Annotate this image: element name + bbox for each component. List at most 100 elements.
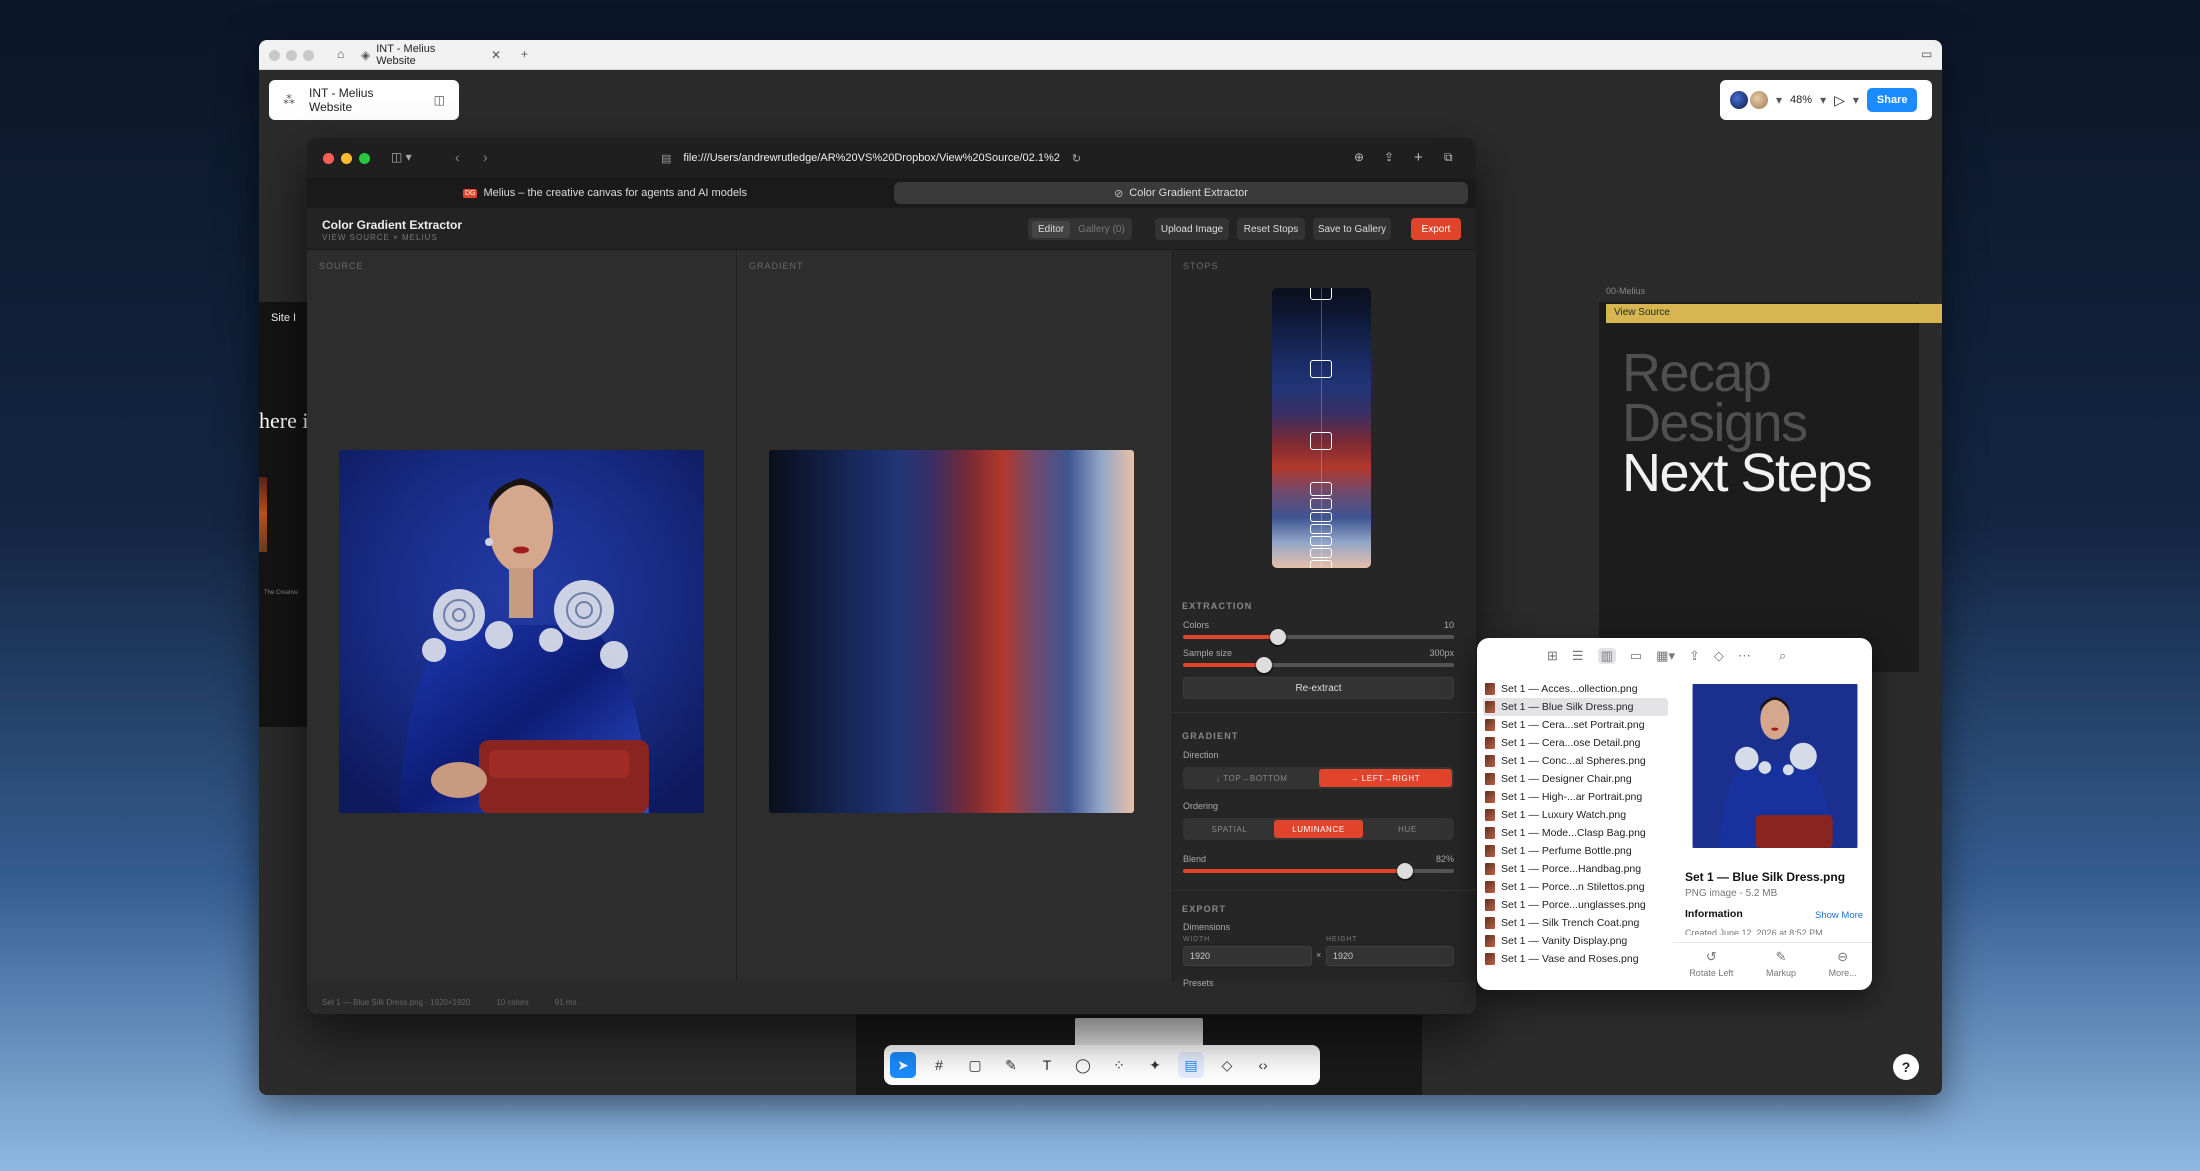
new-tab-icon[interactable]: +: [521, 48, 528, 60]
list-item[interactable]: Set 1 — Porce...n Stilettos.png: [1483, 878, 1668, 896]
list-item[interactable]: Set 1 — Vanity Display.png: [1483, 932, 1668, 950]
move-tool-icon[interactable]: ➤: [890, 1052, 916, 1078]
show-more-link[interactable]: Show More: [1815, 910, 1863, 921]
panel-toggle-icon[interactable]: ◫: [434, 94, 445, 106]
stop-handle[interactable]: [1310, 432, 1332, 450]
width-field[interactable]: 1920: [1183, 946, 1312, 966]
download-icon[interactable]: ⊕: [1354, 151, 1364, 163]
direction-left-right[interactable]: → LEFT→RIGHT: [1318, 769, 1452, 787]
stop-handle[interactable]: [1310, 482, 1332, 496]
pen-tool-icon[interactable]: ✎: [998, 1052, 1024, 1078]
text-tool-icon[interactable]: T: [1034, 1052, 1060, 1078]
assets-tool-icon[interactable]: ◇: [1214, 1052, 1240, 1078]
help-button[interactable]: ?: [1893, 1054, 1919, 1080]
tag-icon[interactable]: ◇: [1714, 648, 1724, 664]
present-icon[interactable]: ▷: [1834, 92, 1845, 109]
rectangle-tool-icon[interactable]: ▢: [962, 1052, 988, 1078]
stop-handle[interactable]: [1310, 288, 1332, 300]
column-view-icon[interactable]: ▥: [1597, 648, 1616, 664]
zoom-level[interactable]: 48%: [1790, 94, 1812, 106]
stop-handle[interactable]: [1310, 560, 1332, 568]
editor-tab[interactable]: Editor: [1032, 220, 1071, 238]
project-pill[interactable]: ⁂ INT - Melius Website ◫: [269, 80, 459, 120]
sidebar-toggle-icon[interactable]: ▭: [1921, 48, 1932, 60]
sidebar-icon[interactable]: ◫ ▾: [391, 151, 412, 163]
new-tab-icon[interactable]: +: [1414, 150, 1423, 165]
list-item[interactable]: Set 1 — Luxury Watch.png: [1483, 806, 1668, 824]
reload-icon[interactable]: ↻: [1072, 152, 1081, 165]
list-item[interactable]: Set 1 — Cera...set Portrait.png: [1483, 716, 1668, 734]
close-tab-icon[interactable]: ✕: [491, 49, 501, 61]
colors-slider[interactable]: [1183, 629, 1454, 645]
reset-stops-button[interactable]: Reset Stops: [1237, 218, 1305, 240]
direction-top-bottom[interactable]: ↓ TOP→BOTTOM: [1185, 769, 1319, 787]
gallery-view-icon[interactable]: ▭: [1630, 648, 1642, 664]
components-icon[interactable]: ⁘: [1106, 1052, 1132, 1078]
list-item[interactable]: Set 1 — Acces...ollection.png: [1483, 680, 1668, 698]
figma-menu-icon[interactable]: ⁂: [283, 94, 295, 106]
back-icon[interactable]: ‹: [455, 150, 460, 164]
list-item[interactable]: Set 1 — Designer Chair.png: [1483, 770, 1668, 788]
minimize-window-button[interactable]: [341, 153, 352, 164]
more-icon[interactable]: ⋯: [1738, 648, 1751, 664]
tab-color-gradient[interactable]: ⊘ Color Gradient Extractor: [894, 182, 1468, 204]
list-item[interactable]: Set 1 — Mode...Clasp Bag.png: [1483, 824, 1668, 842]
group-icon[interactable]: ▦▾: [1656, 648, 1675, 664]
frame-tool-icon[interactable]: #: [926, 1052, 952, 1078]
share-button[interactable]: Share: [1866, 88, 1918, 112]
forward-icon[interactable]: ›: [483, 150, 488, 164]
list-item[interactable]: Set 1 — Cera...ose Detail.png: [1483, 734, 1668, 752]
more-action[interactable]: ⊖ More...: [1829, 949, 1857, 990]
export-button[interactable]: Export: [1411, 218, 1461, 240]
icon-view-icon[interactable]: ⊞: [1547, 648, 1558, 664]
tab-overview-icon[interactable]: ⧉: [1444, 151, 1453, 163]
stop-handle[interactable]: [1310, 512, 1332, 522]
list-item[interactable]: Set 1 — Porce...unglasses.png: [1483, 896, 1668, 914]
list-item[interactable]: Set 1 — Porce...Handbag.png: [1483, 860, 1668, 878]
layout-tool-icon[interactable]: ▤: [1178, 1052, 1204, 1078]
height-field[interactable]: 1920: [1326, 946, 1454, 966]
zoom-window-button[interactable]: [303, 50, 314, 61]
stop-handle[interactable]: [1310, 536, 1332, 546]
upload-image-button[interactable]: Upload Image: [1155, 218, 1229, 240]
list-item[interactable]: Set 1 — Perfume Bottle.png: [1483, 842, 1668, 860]
chevron-down-icon[interactable]: ▾: [1820, 94, 1826, 106]
zoom-window-button[interactable]: [359, 153, 370, 164]
chevron-down-icon[interactable]: ▾: [1853, 94, 1859, 106]
list-view-icon[interactable]: ☰: [1572, 648, 1584, 664]
ordering-luminance[interactable]: LUMINANCE: [1274, 820, 1363, 838]
list-item[interactable]: Set 1 — Conc...al Spheres.png: [1483, 752, 1668, 770]
search-icon[interactable]: ⌕: [1779, 648, 1786, 664]
save-gallery-button[interactable]: Save to Gallery: [1313, 218, 1391, 240]
list-item[interactable]: Set 1 — Vase and Roses.png: [1483, 950, 1668, 968]
tab-melius[interactable]: DG Melius – the creative canvas for agen…: [315, 182, 895, 204]
ordering-spatial[interactable]: SPATIAL: [1185, 820, 1274, 838]
sample-size-slider[interactable]: [1183, 657, 1454, 673]
share-icon[interactable]: ⇪: [1384, 151, 1394, 163]
rotate-left-action[interactable]: ↺ Rotate Left: [1689, 949, 1733, 990]
chevron-down-icon[interactable]: ▾: [1776, 94, 1782, 106]
stop-handle[interactable]: [1310, 524, 1332, 534]
tab-int-melius[interactable]: ◈ INT - Melius Website ✕: [361, 40, 501, 70]
minimize-window-button[interactable]: [286, 50, 297, 61]
gallery-tab[interactable]: Gallery (0): [1078, 224, 1125, 235]
stop-handle[interactable]: [1310, 360, 1332, 378]
share-icon[interactable]: ⇪: [1689, 648, 1700, 664]
stop-handle[interactable]: [1310, 548, 1332, 558]
stop-handle[interactable]: [1310, 498, 1332, 510]
list-item[interactable]: Set 1 — High-...ar Portrait.png: [1483, 788, 1668, 806]
blend-slider[interactable]: [1183, 863, 1454, 879]
markup-action[interactable]: ✎ Markup: [1766, 949, 1796, 990]
close-window-button[interactable]: [269, 50, 280, 61]
reextract-button[interactable]: Re-extract: [1183, 677, 1454, 699]
list-item[interactable]: Set 1 — Blue Silk Dress.png: [1483, 698, 1668, 716]
avatar[interactable]: [1730, 91, 1748, 109]
ordering-hue[interactable]: HUE: [1363, 820, 1452, 838]
stops-strip[interactable]: [1272, 288, 1371, 568]
avatar[interactable]: [1750, 91, 1768, 109]
home-icon[interactable]: ⌂: [337, 48, 344, 60]
close-window-button[interactable]: [323, 153, 334, 164]
code-tool-icon[interactable]: ‹›: [1250, 1052, 1276, 1078]
ai-tool-icon[interactable]: ✦: [1142, 1052, 1168, 1078]
source-image[interactable]: [339, 450, 704, 813]
